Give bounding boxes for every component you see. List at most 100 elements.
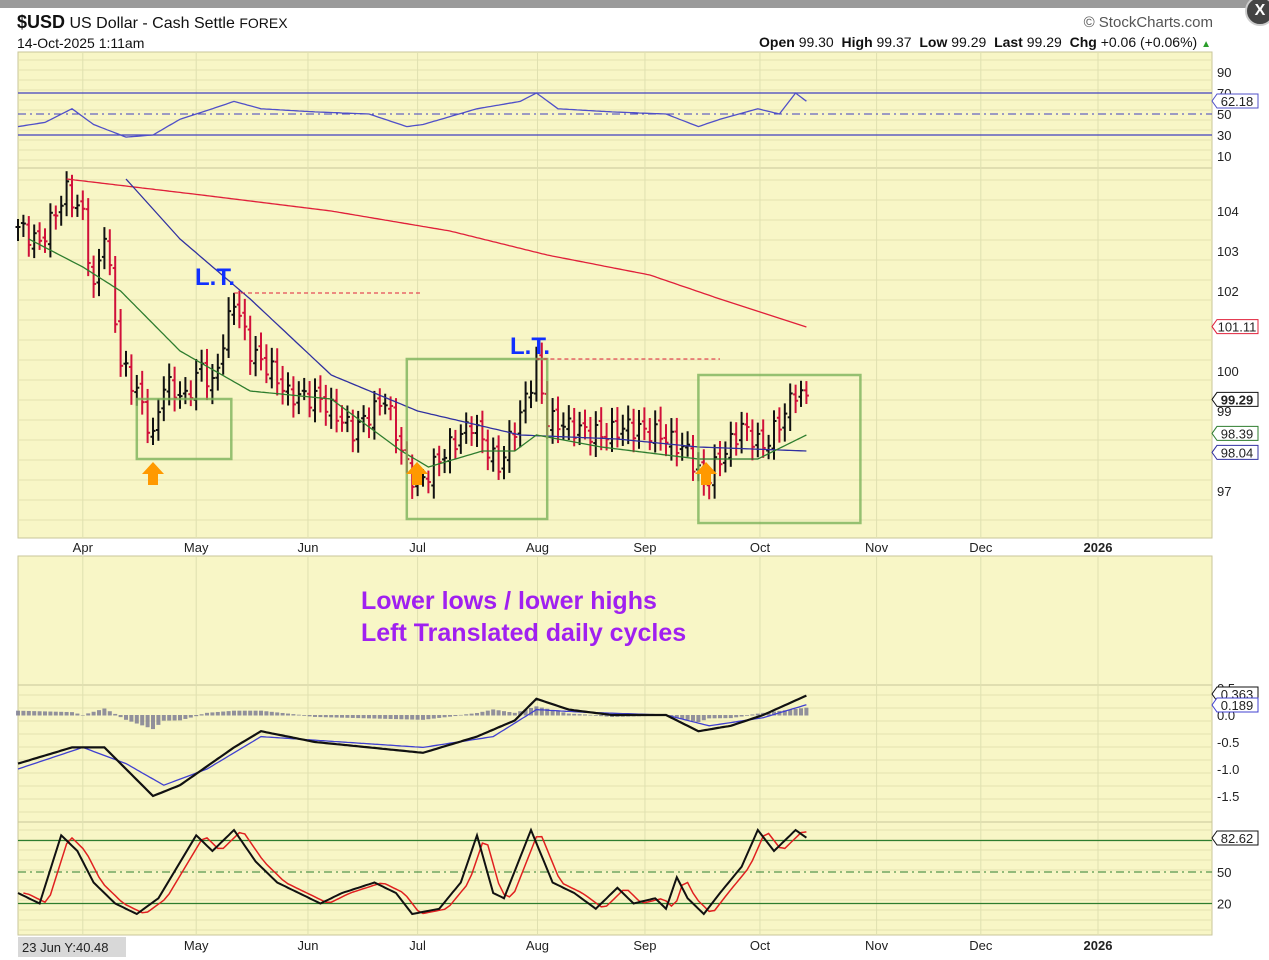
macd-histogram-bar: [502, 711, 506, 716]
macd-histogram-bar: [745, 715, 749, 716]
macd-histogram-bar: [107, 711, 112, 716]
macd-histogram-bar: [313, 715, 317, 717]
macd-histogram-bar: [232, 710, 236, 716]
macd-histogram-bar: [80, 715, 85, 716]
macd-histogram-bar: [496, 710, 501, 716]
macd-histogram-bar: [167, 715, 172, 721]
macd-histogram-bar: [566, 713, 571, 716]
macd-histogram-bar: [340, 715, 344, 718]
macd-histogram-bar: [480, 711, 485, 716]
x-tick-label: Aug: [526, 938, 549, 953]
macd-histogram-bar: [507, 711, 512, 716]
macd-histogram-bar: [415, 715, 420, 720]
x-tick-label: May: [184, 938, 209, 953]
macd-histogram-bar: [97, 710, 101, 716]
macd-histogram-bar: [367, 715, 371, 719]
rsi-value-tag: 62.18: [1211, 93, 1259, 109]
macd-histogram-bar: [685, 715, 690, 720]
x-tick-label: May: [184, 540, 209, 555]
macd-histogram-bar: [448, 715, 452, 717]
macd-histogram-bar: [178, 715, 182, 721]
macd-histogram-bar: [329, 715, 334, 718]
stoch-value-tag: 82.62: [1211, 830, 1259, 846]
macd-histogram-bar: [718, 715, 722, 719]
macd-histogram-bar: [583, 714, 587, 716]
macd-histogram-bar: [437, 715, 442, 718]
macd-histogram-bar: [426, 715, 431, 720]
x-tick-label: Apr: [73, 540, 94, 555]
price-panel: [17, 167, 1213, 539]
y-tick-label: 100: [1217, 364, 1239, 379]
macd-histogram-bar: [442, 715, 447, 718]
y-tick-label: 104: [1217, 204, 1239, 219]
macd-histogram-bar: [248, 710, 253, 716]
macd-histogram-bar: [53, 711, 58, 716]
signal-value-tag: 0.189: [1211, 697, 1259, 713]
y-tick-label: 50: [1217, 107, 1231, 122]
macd-histogram-bar: [556, 711, 560, 716]
macd-histogram-bar: [394, 715, 398, 720]
macd-histogram-bar: [215, 711, 220, 716]
macd-histogram-bar: [118, 715, 123, 718]
macd-histogram-bar: [410, 715, 415, 720]
macd-histogram-bar: [151, 715, 155, 730]
macd-histogram-bar: [16, 710, 20, 716]
macd-histogram-bar: [221, 711, 226, 716]
x-tick-label: Nov: [865, 938, 889, 953]
macd-histogram-bar: [21, 710, 26, 716]
y-tick-label: 90: [1217, 65, 1231, 80]
macd-histogram-bar: [59, 711, 64, 716]
macd-histogram-bar: [37, 711, 42, 716]
macd-histogram-bar: [356, 715, 361, 719]
macd-histogram-bar: [588, 714, 593, 716]
macd-histogram-bar: [377, 715, 382, 719]
macd-histogram-bar: [404, 715, 409, 720]
macd-histogram-bar: [399, 715, 404, 720]
x-tick-label: Jul: [409, 540, 426, 555]
macd-histogram-bar: [739, 715, 744, 717]
x-tick-label: Jun: [297, 938, 318, 953]
macd-histogram-bar: [421, 715, 425, 720]
macd-histogram-bar: [372, 715, 377, 719]
macd-histogram-bar: [464, 714, 469, 716]
macd-histogram-bar: [102, 708, 107, 716]
macd-histogram-bar: [475, 713, 479, 716]
macd-histogram-bar: [577, 714, 582, 716]
macd-histogram-bar: [431, 715, 436, 719]
y-tick-label: -1.5: [1217, 789, 1239, 804]
macd-histogram-bar: [140, 715, 145, 726]
macd-histogram-bar: [572, 713, 577, 716]
macd-histogram-bar: [188, 715, 193, 718]
stock-chart[interactable]: Apr May Jun Jul Aug Sep Oct Nov Dec 2026 May Jun Jul…: [0, 0, 1269, 960]
crosshair-readout: 23 Jun Y:40.48: [22, 940, 109, 955]
tag-value: 98.04: [1221, 445, 1254, 460]
macd-histogram-bar: [237, 710, 242, 716]
macd-histogram-bar: [453, 715, 458, 717]
lt-label: L.T.: [195, 264, 235, 291]
macd-histogram-bar: [296, 714, 301, 716]
macd-histogram-bar: [712, 715, 717, 719]
macd-histogram-bar: [302, 715, 307, 716]
price-value-tag: 101.11: [1211, 319, 1259, 335]
macd-histogram-bar: [264, 711, 269, 716]
macd-histogram-bar: [334, 715, 339, 718]
tag-value: 0.189: [1221, 698, 1254, 713]
macd-histogram-bar: [350, 715, 355, 718]
x-tick-label: Sep: [633, 938, 656, 953]
x-tick-label: Jul: [409, 938, 426, 953]
y-tick-label: 97: [1217, 484, 1231, 499]
macd-histogram-bar: [728, 715, 733, 719]
macd-histogram-bar: [512, 712, 517, 716]
stochastics-panel: [17, 821, 1213, 936]
macd-panel: [17, 684, 1213, 823]
annotation-text: Left Translated daily cycles: [361, 619, 686, 647]
macd-histogram-bar: [469, 713, 474, 716]
macd-histogram-bar: [707, 715, 712, 719]
macd-histogram-bar: [458, 714, 463, 716]
macd-histogram-bar: [491, 709, 496, 716]
x-tick-label: Dec: [969, 540, 993, 555]
macd-histogram-bar: [691, 715, 695, 721]
macd-histogram-bar: [286, 713, 290, 716]
x-tick-label: 2026: [1084, 540, 1113, 555]
macd-histogram-bar: [156, 715, 161, 725]
